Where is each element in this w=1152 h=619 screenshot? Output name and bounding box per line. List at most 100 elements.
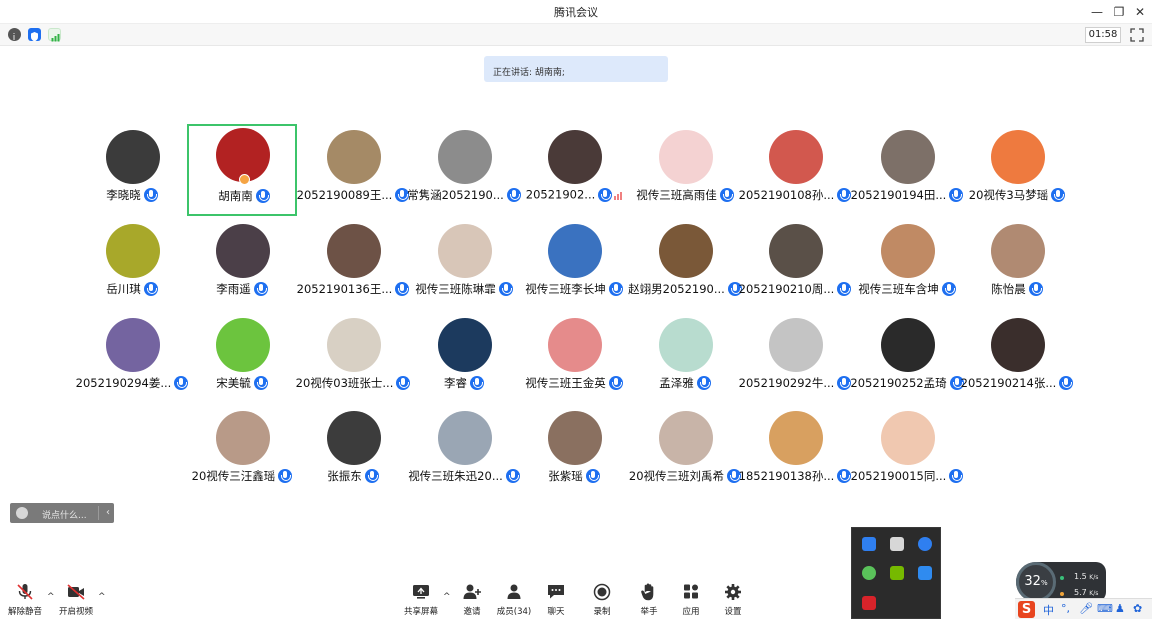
record-button[interactable]: 录制 — [579, 578, 625, 619]
chat-quick-input[interactable]: 说点什么... ‹ — [10, 503, 114, 523]
participant-tile[interactable]: 1852190138孙... — [739, 407, 852, 499]
meeting-toolbar: 解除静音 ^ 开启视频 ^ 共享屏幕 ^ 邀请 成员(34) 聊天 录制 举手 … — [0, 578, 1152, 619]
participant-name: 20视传03班张士... — [295, 376, 394, 390]
microphone-icon — [1059, 376, 1074, 390]
voice-icon[interactable]: 🎤︎ — [1079, 602, 1093, 615]
participant-tile[interactable]: 李睿 — [409, 314, 519, 406]
fullscreen-icon[interactable] — [1130, 27, 1144, 42]
toolbox-icon[interactable]: ✿ — [1133, 602, 1142, 615]
participant-tile[interactable]: 李晓晓 — [77, 126, 187, 218]
skin-icon[interactable]: ♟ — [1115, 602, 1125, 615]
wechat-icon[interactable] — [862, 566, 876, 580]
participant-tile[interactable]: 视传三班朱迅20... — [408, 407, 520, 499]
wps-icon[interactable] — [862, 596, 876, 610]
participant-tile[interactable]: 视传三班王金英 — [519, 314, 629, 406]
video-options-chevron-icon[interactable]: ^ — [98, 592, 106, 602]
shield-icon[interactable] — [28, 28, 41, 42]
keyboard-icon[interactable]: ⌨ — [1097, 602, 1113, 615]
chat-bubble-icon — [548, 585, 564, 599]
restore-icon[interactable]: ❐ — [1110, 3, 1128, 21]
participant-tile[interactable]: 20视传三班刘禹希 — [629, 407, 742, 499]
microphone-icon — [255, 189, 270, 203]
unmute-button[interactable]: 解除静音 — [2, 578, 48, 619]
participant-tile[interactable]: 20视传三汪鑫瑶 — [187, 407, 297, 499]
participant-tile[interactable]: 2052190194田... — [851, 126, 964, 218]
emoji-icon[interactable] — [16, 507, 28, 519]
participant-avatar — [327, 130, 381, 184]
participant-tile[interactable]: 李雨遥 — [187, 220, 297, 312]
memory-usage-value: 32 — [1024, 574, 1041, 589]
participant-avatar — [769, 130, 823, 184]
participant-avatar — [659, 130, 713, 184]
window-title: 腾讯会议 — [554, 6, 598, 19]
participant-tile[interactable]: 视传三班李长坤 — [519, 220, 629, 312]
sogou-logo-icon[interactable]: S — [1018, 601, 1035, 618]
participant-tile[interactable]: 视传三班高雨佳 — [630, 126, 740, 218]
participant-tile[interactable]: 2052190108孙... — [739, 126, 852, 218]
participant-tile[interactable]: 2052190136王... — [296, 220, 410, 312]
participant-tile[interactable]: 孟泽雅 — [630, 314, 740, 406]
settings-button[interactable]: 设置 — [710, 578, 756, 619]
participant-name-row: 2052190015同... — [848, 468, 966, 484]
security-center-icon[interactable] — [890, 537, 904, 551]
audio-level-icon — [614, 190, 623, 200]
participant-tile[interactable]: 胡南南 — [187, 124, 297, 216]
participant-name-row: 20视传三班刘禹希 — [626, 468, 744, 484]
participant-tile[interactable]: 2052190294姜... — [76, 314, 189, 406]
participant-avatar — [881, 224, 935, 278]
participant-name-row: 2052190194田... — [848, 187, 966, 203]
chevron-left-icon[interactable]: ‹ — [106, 507, 110, 518]
cloud-sync-icon[interactable] — [918, 566, 932, 580]
svg-text:i: i — [13, 33, 16, 43]
participant-tile[interactable]: 张振东 — [298, 407, 408, 499]
participant-name-row: 张振东 — [294, 468, 412, 484]
participant-name-row: 2052190214张... — [958, 375, 1076, 391]
participant-avatar — [216, 411, 270, 465]
participant-avatar — [438, 411, 492, 465]
nvidia-icon[interactable] — [890, 566, 904, 580]
participant-tile[interactable]: 20视传03班张士... — [295, 314, 411, 406]
microphone-icon — [696, 376, 711, 390]
network-signal-icon[interactable] — [48, 28, 61, 42]
participant-name: 2052190136王... — [296, 282, 393, 296]
defender-icon[interactable] — [862, 537, 876, 551]
start-video-button[interactable]: 开启视频 — [53, 578, 99, 619]
participant-tile[interactable]: 常隽涵2052190... — [407, 126, 521, 218]
participant-tile[interactable]: 视传三班陈琳霏 — [409, 220, 519, 312]
share-screen-button[interactable]: 共享屏幕 — [398, 578, 444, 619]
microphone-icon — [1028, 282, 1043, 296]
participant-tile[interactable]: 宋美毓 — [187, 314, 297, 406]
microphone-icon — [719, 188, 734, 202]
participant-name: 张紫瑶 — [548, 469, 583, 483]
participant-tile[interactable]: 陈怡晨 — [962, 220, 1072, 312]
participant-tile[interactable]: 2052190210周... — [739, 220, 852, 312]
participant-tile[interactable]: 张紫瑶 — [519, 407, 629, 499]
participant-tile[interactable]: 20521902... — [519, 126, 629, 218]
minimize-icon[interactable]: — — [1088, 3, 1106, 21]
camera-off-icon — [67, 584, 85, 600]
close-icon[interactable]: ✕ — [1131, 3, 1149, 21]
resource-meter-widget[interactable]: 32% 1.5 K/s 5.7 K/s — [1016, 562, 1106, 602]
microphone-icon — [278, 469, 293, 483]
participant-tile[interactable]: 岳川琪 — [77, 220, 187, 312]
microphone-muted-icon — [17, 584, 33, 600]
bluetooth-icon[interactable] — [918, 537, 932, 551]
title-bar: 腾讯会议 — ❐ ✕ — [0, 0, 1152, 24]
ime-language-toggle[interactable]: 中 — [1043, 602, 1054, 618]
participant-avatar — [327, 411, 381, 465]
participant-tile[interactable]: 2052190292牛... — [739, 314, 852, 406]
microphone-icon — [498, 282, 513, 296]
participant-name: 李雨遥 — [216, 282, 251, 296]
participant-name-row: 2052190252孟琦 — [848, 375, 966, 391]
participant-tile[interactable]: 20视传3马梦瑶 — [962, 126, 1072, 218]
participant-tile[interactable]: 2052190214张... — [961, 314, 1074, 406]
participant-tile[interactable]: 赵翊男2052190... — [628, 220, 742, 312]
participant-tile[interactable]: 2052190015同... — [851, 407, 964, 499]
punctuation-icon[interactable]: °, — [1061, 602, 1070, 615]
participant-tile[interactable]: 视传三班车含坤 — [852, 220, 962, 312]
participant-tile[interactable]: 2052190089王... — [297, 126, 410, 218]
info-icon[interactable]: i — [8, 28, 21, 43]
participant-tile[interactable]: 2052190252孟琦 — [850, 314, 964, 406]
chat-input-placeholder[interactable]: 说点什么... — [42, 508, 87, 521]
participant-avatar — [991, 318, 1045, 372]
